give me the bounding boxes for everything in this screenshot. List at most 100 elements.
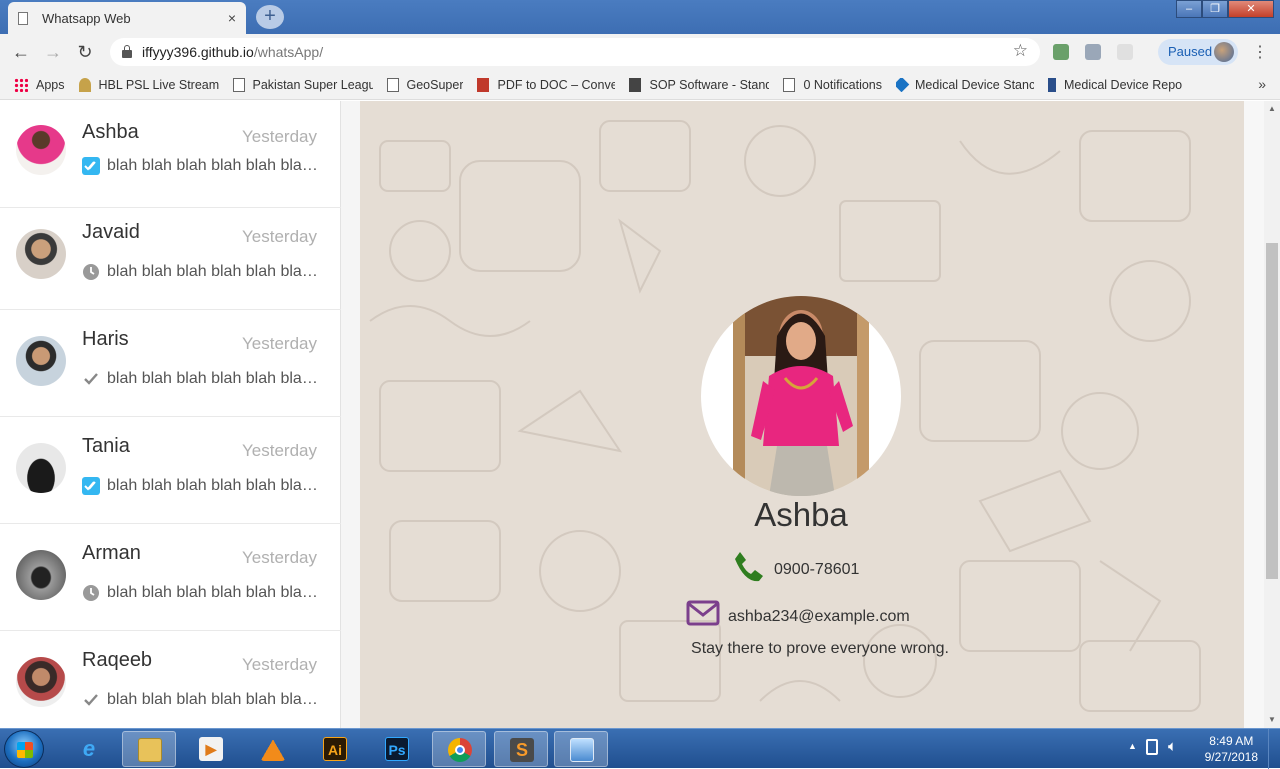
lock-icon	[122, 45, 132, 58]
battery-icon[interactable]	[1146, 739, 1158, 755]
chat-name: Javaid	[82, 221, 140, 243]
taskbar-image-viewer[interactable]	[554, 731, 608, 767]
new-tab-button[interactable]: +	[256, 5, 284, 29]
chat-time: Yesterday	[242, 441, 317, 460]
internet-explorer-icon: e	[82, 736, 96, 761]
double-check-icon	[82, 477, 100, 495]
bookmark-label: GeoSuper	[406, 77, 464, 92]
chat-name: Haris	[82, 328, 129, 350]
bookmark-psl[interactable]: Pakistan Super Leagu	[232, 77, 373, 92]
chat-item[interactable]: Raqeeb Yesterday blah blah blah blah bla…	[0, 631, 341, 728]
bookmark-label: SOP Software - Stand	[649, 77, 770, 92]
search-extension-icon[interactable]	[1085, 44, 1101, 60]
check-icon	[84, 694, 98, 706]
bookmark-geosuper[interactable]: GeoSuper	[386, 77, 464, 92]
report-icon	[1048, 77, 1056, 92]
windows-taskbar: e ▶ Ai Ps S ▲ 🔈︎ 8:49 AM 9/27/2018	[0, 728, 1280, 769]
show-desktop-button[interactable]	[1268, 729, 1280, 769]
taskbar-media-player[interactable]: ▶	[184, 731, 238, 767]
browser-titlebar: Whatsapp Web × + – ❐ ✕	[0, 0, 1280, 34]
tray-expand-icon[interactable]: ▲	[1128, 741, 1137, 751]
page-icon	[783, 77, 796, 92]
scrollbar-thumb[interactable]	[1266, 243, 1278, 579]
scroll-up-icon[interactable]: ▲	[1264, 101, 1280, 117]
sop-icon	[629, 77, 642, 92]
minimize-button[interactable]: –	[1176, 0, 1202, 18]
taskbar-file-explorer[interactable]	[122, 731, 176, 767]
chat-item[interactable]: Tania Yesterday blah blah blah blah blah…	[0, 417, 341, 524]
avatar	[16, 443, 66, 493]
paused-label: Paused	[1168, 44, 1213, 59]
bookmark-label: Medical Device Repo	[1064, 77, 1183, 92]
taskbar-sublime-text[interactable]: S	[494, 731, 548, 767]
chat-preview: blah blah blah blah blah blah blah	[107, 263, 321, 280]
bookmark-medical-device-reports[interactable]: Medical Device Repo	[1048, 77, 1186, 92]
email-row: ashba234@example.com	[686, 599, 910, 627]
bookmark-medical-device-standards[interactable]: Medical Device Stanc	[896, 77, 1034, 92]
taskbar-vlc[interactable]	[246, 731, 300, 767]
taskbar-photoshop[interactable]: Ps	[370, 731, 424, 767]
scroll-down-icon[interactable]: ▼	[1264, 712, 1280, 728]
clock-time: 8:49 AM	[1209, 734, 1254, 748]
profile-bio: Stay there to prove everyone wrong.	[691, 640, 949, 657]
chat-preview: blah blah blah blah blah blah blah	[107, 370, 321, 387]
bookmark-pdf-to-doc[interactable]: PDF to DOC – Conver	[477, 77, 615, 92]
sublime-text-icon: S	[510, 738, 534, 762]
clock[interactable]: 8:49 AM 9/27/2018	[1205, 733, 1258, 765]
phone-number[interactable]: 0900-78601	[774, 561, 859, 579]
page-icon	[18, 11, 28, 25]
code-extension-icon[interactable]	[1117, 44, 1133, 60]
chat-preview: blah blah blah blah blah blah blah	[107, 584, 321, 601]
bookmark-label: Medical Device Stanc	[915, 77, 1034, 92]
more-bookmarks-icon[interactable]: »	[1258, 76, 1266, 92]
bookmark-sop-software[interactable]: SOP Software - Stand	[629, 77, 770, 92]
email-address[interactable]: ashba234@example.com	[728, 608, 910, 626]
chat-time: Yesterday	[242, 227, 317, 246]
bookmark-notifications[interactable]: 0 Notifications	[783, 77, 882, 92]
profile-picture	[733, 296, 869, 496]
url-path: /whatsApp/	[253, 44, 324, 60]
taskbar-chrome[interactable]	[432, 731, 486, 767]
avatar	[16, 125, 66, 175]
chrome-icon	[448, 738, 472, 762]
maximize-button[interactable]: ❐	[1202, 0, 1228, 18]
chat-item[interactable]: Arman Yesterday blah blah blah blah blah…	[0, 524, 341, 631]
chat-time: Yesterday	[242, 334, 317, 353]
bookmark-apps[interactable]: Apps	[14, 77, 65, 92]
profile-photo[interactable]	[701, 296, 901, 496]
chat-name: Ashba	[82, 121, 139, 143]
panel-divider	[341, 101, 360, 728]
system-tray: ▲ 🔈︎ 8:49 AM 9/27/2018	[1120, 729, 1280, 769]
chat-time: Yesterday	[242, 127, 317, 146]
clock-icon	[83, 264, 99, 280]
start-button[interactable]	[4, 730, 44, 768]
bookmark-star-icon[interactable]: ☆	[1013, 41, 1028, 61]
phone-icon	[735, 552, 763, 582]
reload-icon[interactable]: ↻	[74, 41, 96, 63]
chat-item[interactable]: Ashba Yesterday blah blah blah blah blah…	[0, 101, 341, 208]
chat-time: Yesterday	[242, 655, 317, 674]
chat-item[interactable]: Haris Yesterday blah blah blah blah blah…	[0, 310, 341, 417]
taskbar-internet-explorer[interactable]: e	[62, 731, 116, 767]
bookmarks-bar: Apps HBL PSL Live Streami Pakistan Super…	[0, 70, 1280, 100]
forward-icon[interactable]: →	[42, 41, 64, 63]
image-viewer-icon	[570, 738, 594, 762]
menu-icon[interactable]: ⋮	[1252, 42, 1268, 62]
address-bar[interactable]: iffyyy396.github.io /whatsApp/ ☆	[110, 38, 1040, 66]
profile-paused-button[interactable]: Paused	[1158, 39, 1238, 65]
bookmark-hbl-psl[interactable]: HBL PSL Live Streami	[78, 77, 219, 92]
illustrator-icon: Ai	[323, 737, 347, 761]
extension-icon[interactable]	[1053, 44, 1069, 60]
chat-item[interactable]: Javaid Yesterday blah blah blah blah bla…	[0, 203, 341, 310]
close-window-button[interactable]: ✕	[1228, 0, 1274, 18]
tab-close-button[interactable]: ×	[228, 10, 236, 26]
url-host: iffyyy396.github.io	[142, 44, 254, 60]
back-icon[interactable]: ←	[10, 41, 32, 63]
clock-icon	[83, 585, 99, 601]
window-controls: – ❐ ✕	[1176, 0, 1274, 18]
volume-icon[interactable]: 🔈︎	[1168, 738, 1177, 755]
taskbar-illustrator[interactable]: Ai	[308, 731, 362, 767]
page-scrollbar[interactable]: ▲ ▼	[1264, 101, 1280, 728]
browser-tab[interactable]: Whatsapp Web ×	[8, 2, 246, 34]
avatar	[1214, 42, 1234, 62]
